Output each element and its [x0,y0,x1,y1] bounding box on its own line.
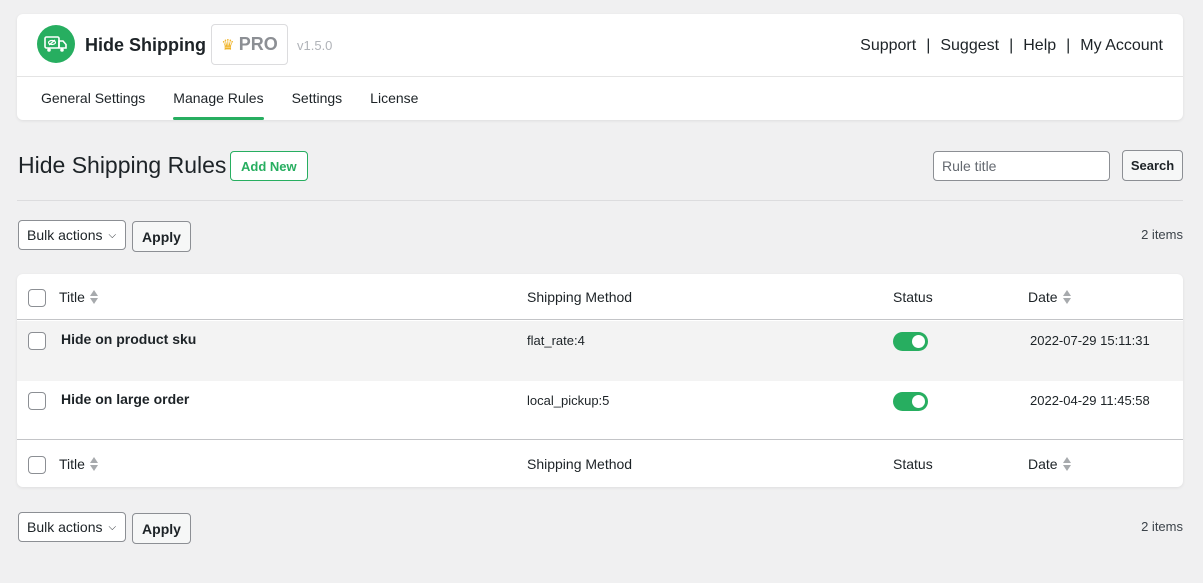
apply-button-bottom[interactable]: Apply [132,513,191,544]
brand-row: Hide Shipping ♛ PRO v1.5.0 Support | Sug… [17,14,1183,77]
table-header-row: Title Shipping Method Status Date [17,274,1183,320]
column-header-status: Status [893,289,933,305]
date-cell: 2022-04-29 11:45:58 [1030,393,1150,408]
tab-manage-rules[interactable]: Manage Rules [173,77,264,120]
crown-icon: ♛ [221,36,235,54]
tab-settings[interactable]: Settings [292,77,343,120]
column-footer-title[interactable]: Title [59,456,98,472]
rules-table: Title Shipping Method Status Date Hide o… [17,274,1183,487]
column-date-label: Date [1028,456,1058,472]
link-separator: | [1009,37,1014,54]
bulk-actions-select-bottom[interactable]: Bulk actions ⌵ [18,512,126,542]
select-all-checkbox[interactable] [28,289,46,307]
status-toggle[interactable] [893,332,928,351]
column-footer-date[interactable]: Date [1028,456,1071,472]
help-link[interactable]: Help [1023,37,1056,55]
truck-logo-icon [37,25,75,63]
status-toggle[interactable] [893,392,928,411]
nav-tabs: General Settings Manage Rules Settings L… [41,77,446,120]
version-label: v1.5.0 [297,38,333,53]
link-separator: | [926,37,931,54]
chevron-down-icon: ⌵ [108,521,117,533]
column-title-label: Title [59,456,85,472]
column-header-date[interactable]: Date [1028,289,1071,305]
column-footer-shipping-method: Shipping Method [527,456,633,472]
item-count-bottom: 2 items [1141,519,1183,534]
pro-badge[interactable]: ♛ PRO [211,24,288,65]
sort-icon [89,457,98,471]
rule-title-link[interactable]: Hide on product sku [61,331,196,347]
shipping-method-cell: local_pickup:5 [527,393,610,408]
sort-icon [1062,290,1071,304]
select-all-checkbox-footer[interactable] [28,456,46,474]
toggle-knob [912,335,925,348]
chevron-down-icon: ⌵ [108,229,117,241]
suggest-link[interactable]: Suggest [940,37,999,55]
column-date-label: Date [1028,289,1058,305]
plugin-header: Hide Shipping ♛ PRO v1.5.0 Support | Sug… [17,14,1183,120]
column-header-title[interactable]: Title [59,289,98,305]
add-new-button[interactable]: Add New [230,151,308,181]
bulk-actions-select-top[interactable]: Bulk actions ⌵ [18,220,126,250]
bulk-actions-label: Bulk actions [27,227,103,243]
column-footer-status: Status [893,456,933,472]
tab-license[interactable]: License [370,77,418,120]
table-row: Hide on large order local_pickup:5 2022-… [17,381,1183,440]
item-count-top: 2 items [1141,227,1183,242]
shipping-method-cell: flat_rate:4 [527,333,585,348]
sort-icon [89,290,98,304]
row-checkbox[interactable] [28,332,46,350]
toggle-knob [912,395,925,408]
table-row: Hide on product sku flat_rate:4 2022-07-… [17,321,1183,381]
link-separator: | [1066,37,1071,54]
brand-name: Hide Shipping [85,35,206,55]
pro-label: PRO [238,34,278,54]
bulk-actions-label: Bulk actions [27,519,103,535]
rule-title-search-input[interactable] [933,151,1110,181]
page-title: Hide Shipping Rules [18,152,227,178]
table-footer-row: Title Shipping Method Status Date [17,441,1183,487]
my-account-link[interactable]: My Account [1080,37,1163,55]
row-checkbox[interactable] [28,392,46,410]
support-link[interactable]: Support [860,37,916,55]
top-links: Support | Suggest | Help | My Account [860,37,1163,55]
rule-title-link[interactable]: Hide on large order [61,391,189,407]
date-cell: 2022-07-29 15:11:31 [1030,333,1150,348]
search-button[interactable]: Search [1122,150,1183,181]
sort-icon [1062,457,1071,471]
column-header-shipping-method: Shipping Method [527,289,633,305]
divider [17,200,1183,201]
column-title-label: Title [59,289,85,305]
tab-general-settings[interactable]: General Settings [41,77,145,120]
apply-button-top[interactable]: Apply [132,221,191,252]
